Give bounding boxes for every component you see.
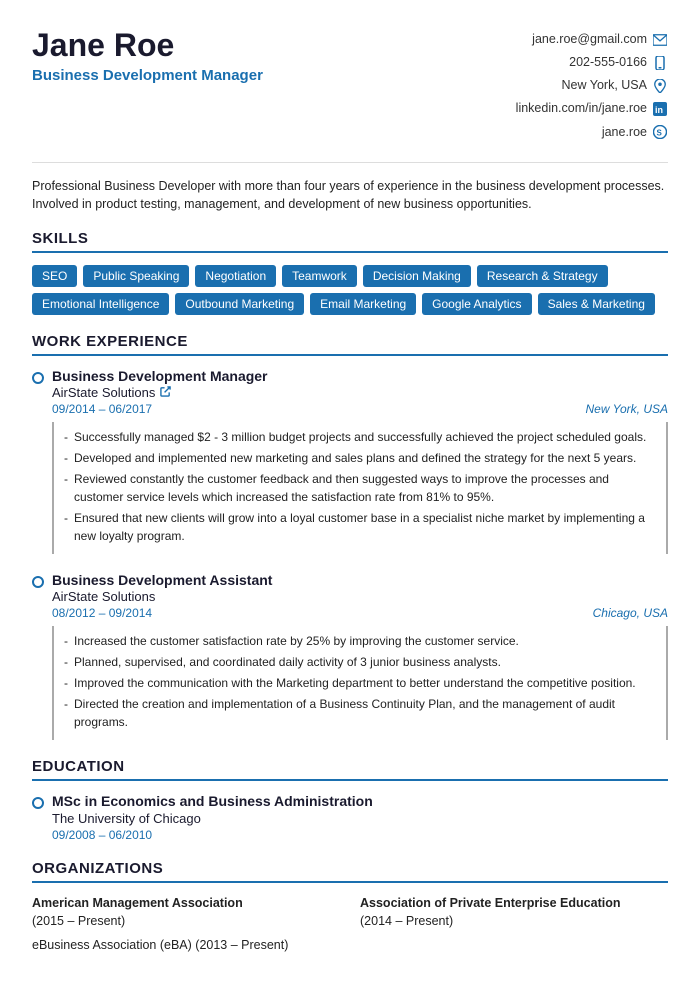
- skype-row: jane.roe S: [516, 121, 668, 144]
- summary-text: Professional Business Developer with mor…: [32, 179, 664, 212]
- phone-text: 202-555-0166: [569, 51, 647, 74]
- job-bullet: Developed and implemented new marketing …: [64, 449, 656, 467]
- external-link-icon[interactable]: [160, 386, 171, 400]
- job-meta: 08/2012 – 09/2014 Chicago, USA: [52, 606, 668, 620]
- work-experience-section: WORK EXPERIENCE Business Development Man…: [32, 333, 668, 740]
- job-meta: 09/2014 – 06/2017 New York, USA: [52, 402, 668, 416]
- job-company: AirState Solutions: [52, 385, 668, 400]
- job-bullets: Increased the customer satisfaction rate…: [52, 626, 668, 740]
- organizations-section: ORGANIZATIONS American Management Associ…: [32, 860, 668, 952]
- jobs-container: Business Development ManagerAirState Sol…: [32, 368, 668, 740]
- org-single: eBusiness Association (eBA) (2013 – Pres…: [32, 938, 668, 952]
- job-bullet: Directed the creation and implementation…: [64, 695, 656, 731]
- job-bullet: Planned, supervised, and coordinated dai…: [64, 653, 656, 671]
- skill-badge: Public Speaking: [83, 265, 189, 287]
- skill-badge: Emotional Intelligence: [32, 293, 169, 315]
- skill-badge: Decision Making: [363, 265, 471, 287]
- job-bullet: Reviewed constantly the customer feedbac…: [64, 470, 656, 506]
- job-circle: [32, 576, 44, 588]
- header: Jane Roe Business Development Manager ja…: [32, 28, 668, 144]
- edu-container: MSc in Economics and Business Administra…: [32, 793, 668, 842]
- location-text: New York, USA: [562, 74, 647, 97]
- orgs-grid: American Management Association(2015 – P…: [32, 895, 668, 930]
- edu-degree: MSc in Economics and Business Administra…: [52, 793, 668, 809]
- job-bullet: Improved the communication with the Mark…: [64, 674, 656, 692]
- job-bullet: Ensured that new clients will grow into …: [64, 509, 656, 545]
- skills-section: SKILLS SEO Public Speaking Negotiation Team…: [32, 230, 668, 315]
- education-section: EDUCATION MSc in Economics and Business …: [32, 758, 668, 842]
- job-bullets: Successfully managed $2 - 3 million budg…: [52, 422, 668, 554]
- job-company: AirState Solutions: [52, 589, 668, 604]
- edu-dates: 09/2008 – 06/2010: [52, 828, 668, 842]
- job-location: New York, USA: [586, 402, 668, 416]
- job-item: Business Development AssistantAirState S…: [32, 572, 668, 740]
- skill-badge: Research & Strategy: [477, 265, 608, 287]
- summary-section: Professional Business Developer with mor…: [32, 162, 668, 215]
- email-text: jane.roe@gmail.com: [532, 28, 647, 51]
- contact-info: jane.roe@gmail.com 202-555-0166: [516, 28, 668, 144]
- job-location: Chicago, USA: [593, 606, 668, 620]
- edu-school: The University of Chicago: [52, 811, 668, 826]
- job-dates: 08/2012 – 09/2014: [52, 606, 152, 620]
- email-icon: [652, 32, 668, 48]
- work-experience-title: WORK EXPERIENCE: [32, 333, 668, 356]
- skill-badge: Outbound Marketing: [175, 293, 304, 315]
- edu-circle: [32, 797, 44, 809]
- education-title: EDUCATION: [32, 758, 668, 781]
- skills-title: SKILLS: [32, 230, 668, 253]
- job-bullet: Increased the customer satisfaction rate…: [64, 632, 656, 650]
- candidate-title: Business Development Manager: [32, 67, 263, 84]
- linkedin-icon: in: [652, 101, 668, 117]
- header-left: Jane Roe Business Development Manager: [32, 28, 263, 84]
- skype-icon: S: [652, 124, 668, 140]
- skill-badge: Negotiation: [195, 265, 276, 287]
- location-row: New York, USA: [516, 74, 668, 97]
- org-item: Association of Private Enterprise Educat…: [360, 895, 668, 930]
- email-row: jane.roe@gmail.com: [516, 28, 668, 51]
- skill-badge: Sales & Marketing: [538, 293, 655, 315]
- job-circle: [32, 372, 44, 384]
- job-item: Business Development ManagerAirState Sol…: [32, 368, 668, 554]
- organizations-title: ORGANIZATIONS: [32, 860, 668, 883]
- linkedin-row: linkedin.com/in/jane.roe in: [516, 97, 668, 120]
- skype-text: jane.roe: [602, 121, 647, 144]
- svg-text:S: S: [657, 129, 663, 138]
- linkedin-text: linkedin.com/in/jane.roe: [516, 97, 647, 120]
- phone-icon: [652, 55, 668, 71]
- job-title: Business Development Assistant: [52, 572, 668, 588]
- job-bullet: Successfully managed $2 - 3 million budg…: [64, 428, 656, 446]
- skills-container: SEO Public Speaking Negotiation Teamwork Dec…: [32, 265, 668, 315]
- candidate-name: Jane Roe: [32, 28, 263, 63]
- job-title: Business Development Manager: [52, 368, 668, 384]
- edu-item: MSc in Economics and Business Administra…: [32, 793, 668, 842]
- skill-badge: Google Analytics: [422, 293, 531, 315]
- resume-page: Jane Roe Business Development Manager ja…: [0, 0, 700, 1002]
- skill-badge: Email Marketing: [310, 293, 416, 315]
- org-item: American Management Association(2015 – P…: [32, 895, 340, 930]
- phone-row: 202-555-0166: [516, 51, 668, 74]
- svg-text:in: in: [655, 105, 663, 115]
- location-icon: [652, 78, 668, 94]
- skill-badge: SEO: [32, 265, 77, 287]
- skill-badge: Teamwork: [282, 265, 357, 287]
- job-dates: 09/2014 – 06/2017: [52, 402, 152, 416]
